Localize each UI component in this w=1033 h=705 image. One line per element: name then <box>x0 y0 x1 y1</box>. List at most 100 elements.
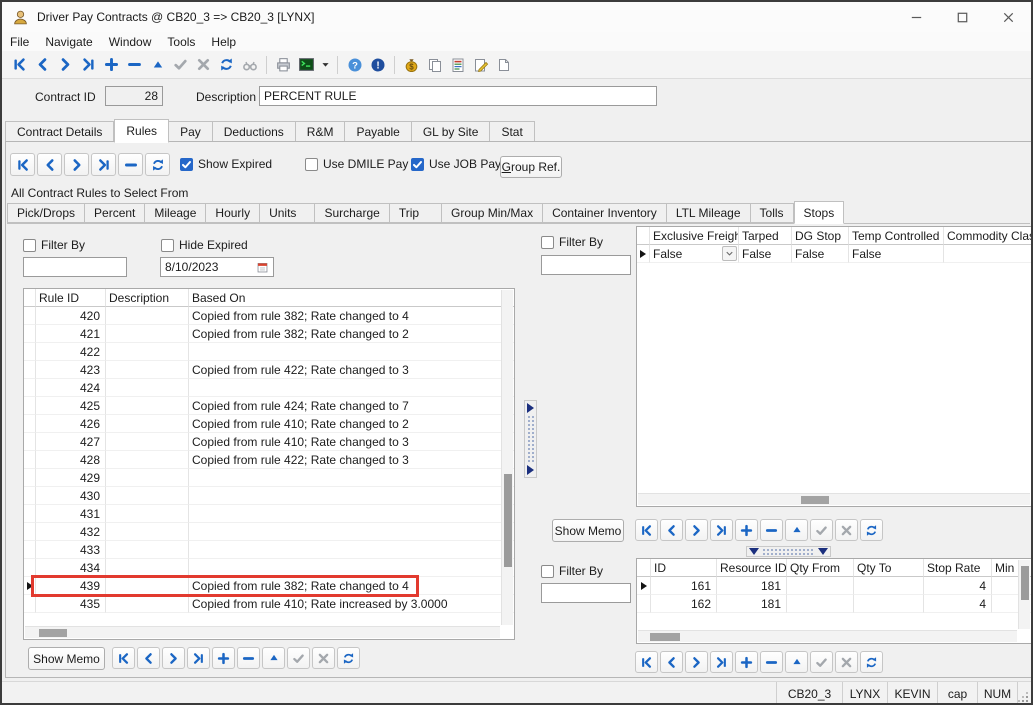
cell-description[interactable] <box>106 595 189 613</box>
stops-filter-input[interactable] <box>541 255 631 275</box>
group-ref-button[interactable]: Group Ref. <box>500 156 562 178</box>
tab-pay[interactable]: Pay <box>169 121 213 142</box>
print-button[interactable] <box>272 54 295 76</box>
cell-description[interactable] <box>106 505 189 523</box>
funds-button[interactable] <box>400 54 423 76</box>
menu-tools[interactable]: Tools <box>167 33 204 51</box>
cell-based-on[interactable]: Copied from rule 410; Rate changed to 2 <box>189 415 514 433</box>
edit-button[interactable] <box>785 519 808 541</box>
use-job-pay-checkbox[interactable]: Use JOB Pay <box>411 157 501 171</box>
cell-description[interactable] <box>106 415 189 433</box>
cell-description[interactable] <box>106 451 189 469</box>
contract-id-field[interactable]: 28 <box>105 86 163 106</box>
table-row[interactable]: 431 <box>24 505 514 523</box>
menu-window[interactable]: Window <box>109 33 161 51</box>
table-row-current[interactable]: False False False False <box>637 245 1031 263</box>
edit-button[interactable] <box>785 651 808 673</box>
subtab-tolls[interactable]: Tolls <box>751 203 794 223</box>
table-row[interactable]: 427Copied from rule 410; Rate changed to… <box>24 433 514 451</box>
table-row[interactable]: 425Copied from rule 424; Rate changed to… <box>24 397 514 415</box>
next-rule-button[interactable] <box>64 153 89 176</box>
scrollbar-thumb[interactable] <box>39 629 67 637</box>
col-resource-id[interactable]: Resource ID <box>717 559 787 577</box>
cell-id[interactable]: 161 <box>651 577 717 595</box>
prior-rule-button[interactable] <box>37 153 62 176</box>
cell-based-on[interactable]: Copied from rule 410; Rate increased by … <box>189 595 514 613</box>
refresh-button[interactable] <box>860 519 883 541</box>
subtab-trip[interactable]: Trip <box>390 203 442 223</box>
table-row[interactable]: 435 Copied from rule 410; Rate increased … <box>24 595 514 613</box>
cell-description[interactable] <box>106 343 189 361</box>
scrollbar-thumb[interactable] <box>504 474 512 567</box>
tab-rules[interactable]: Rules <box>114 119 169 143</box>
cell-rule-id[interactable]: 427 <box>36 433 106 451</box>
cell-based-on[interactable] <box>189 541 514 559</box>
cell-based-on[interactable]: Copied from rule 422; Rate changed to 3 <box>189 361 514 379</box>
report-button[interactable] <box>446 54 469 76</box>
rules-grid[interactable]: Rule ID Description Based On 420Copied f… <box>23 288 515 640</box>
help-button[interactable] <box>343 54 366 76</box>
cell-description[interactable] <box>106 487 189 505</box>
subtab-container-inventory[interactable]: Container Inventory <box>543 203 667 223</box>
cell-temp-controlled[interactable]: False <box>849 245 944 263</box>
table-row-current[interactable]: 161 181 4 <box>637 577 1031 595</box>
table-row[interactable]: 434 <box>24 559 514 577</box>
edit-button[interactable] <box>262 647 285 669</box>
col-qty-to[interactable]: Qty To <box>854 559 924 577</box>
cell-description[interactable] <box>106 433 189 451</box>
minimize-button[interactable] <box>893 2 939 32</box>
collapse-right-icon[interactable] <box>527 465 534 475</box>
col-stop-rate[interactable]: Stop Rate <box>924 559 992 577</box>
table-row[interactable]: 426Copied from rule 410; Rate changed to… <box>24 415 514 433</box>
subtab-ltl-mileage[interactable]: LTL Mileage <box>667 203 751 223</box>
subtab-units[interactable]: Units <box>260 203 315 223</box>
refresh-button[interactable] <box>337 647 360 669</box>
cell-rule-id[interactable]: 421 <box>36 325 106 343</box>
tab-contract-details[interactable]: Contract Details <box>5 121 114 142</box>
cell-based-on[interactable]: Copied from rule 382; Rate changed to 2 <box>189 325 514 343</box>
cell-based-on[interactable] <box>189 505 514 523</box>
scrollbar-thumb[interactable] <box>1021 566 1029 600</box>
cell-rule-id[interactable]: 432 <box>36 523 106 541</box>
col-qty-from[interactable]: Qty From <box>787 559 854 577</box>
tab-deductions[interactable]: Deductions <box>213 121 296 142</box>
table-row-current[interactable]: 439Copied from rule 382; Rate changed to… <box>24 577 514 595</box>
col-rule-id[interactable]: Rule ID <box>36 289 106 307</box>
post-edit-button[interactable] <box>169 54 192 76</box>
scrollbar-thumb[interactable] <box>650 633 680 641</box>
stops-grid[interactable]: Exclusive Freight Tarped DG Stop Temp Co… <box>636 226 1032 507</box>
copy-button[interactable] <box>423 54 446 76</box>
cell-based-on[interactable] <box>189 523 514 541</box>
last-button[interactable] <box>710 651 733 673</box>
table-row[interactable]: 422 <box>24 343 514 361</box>
insert-record-button[interactable] <box>100 54 123 76</box>
prior-button[interactable] <box>660 519 683 541</box>
cell-rule-id[interactable]: 433 <box>36 541 106 559</box>
delete-rule-button[interactable] <box>118 153 143 176</box>
refresh-button[interactable] <box>215 54 238 76</box>
cancel-button[interactable] <box>312 647 335 669</box>
cell-tarped[interactable]: False <box>739 245 792 263</box>
rates-filter-by-checkbox[interactable]: Filter By <box>541 564 603 578</box>
cell-description[interactable] <box>106 379 189 397</box>
menu-file[interactable]: File <box>10 33 38 51</box>
cell-description[interactable] <box>106 307 189 325</box>
subtab-mileage[interactable]: Mileage <box>145 203 206 223</box>
rules-grid-vertical-scrollbar[interactable] <box>501 290 513 625</box>
table-row[interactable]: 432 <box>24 523 514 541</box>
table-row[interactable]: 428Copied from rule 422; Rate changed to… <box>24 451 514 469</box>
delete-button[interactable] <box>760 651 783 673</box>
cell-dg-stop[interactable]: False <box>792 245 849 263</box>
cell-rule-id[interactable]: 435 <box>36 595 106 613</box>
stops-grid-horizontal-scrollbar[interactable] <box>638 493 1030 505</box>
col-description[interactable]: Description <box>106 289 189 307</box>
col-id[interactable]: ID <box>651 559 717 577</box>
col-commodity-class[interactable]: Commodity Clas <box>944 227 1031 245</box>
new-page-button[interactable] <box>492 54 515 76</box>
table-row[interactable]: 424 <box>24 379 514 397</box>
rates-grid-horizontal-scrollbar[interactable] <box>638 630 1017 642</box>
next-button[interactable] <box>162 647 185 669</box>
prior-button[interactable] <box>137 647 160 669</box>
rules-grid-horizontal-scrollbar[interactable] <box>25 626 500 638</box>
cell-based-on[interactable] <box>189 487 514 505</box>
